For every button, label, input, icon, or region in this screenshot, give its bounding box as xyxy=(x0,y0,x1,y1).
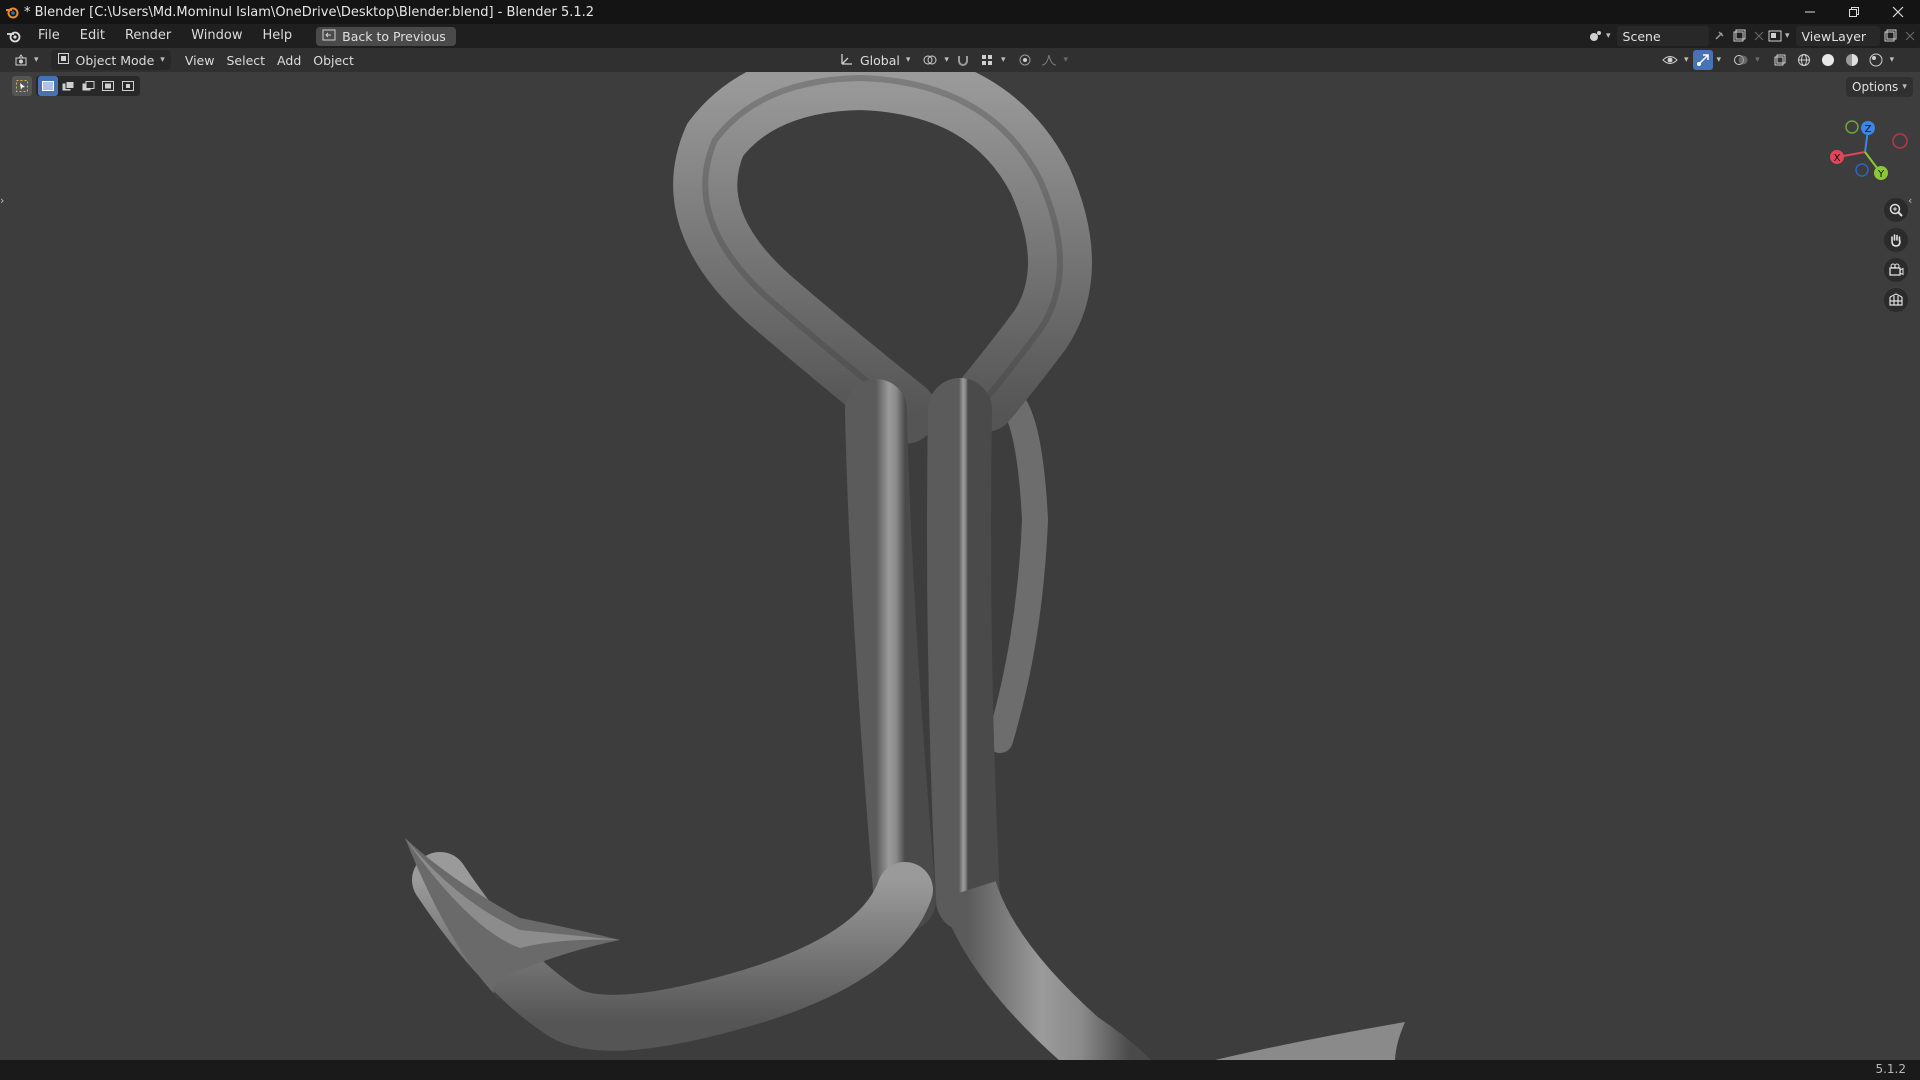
pivot-icon[interactable] xyxy=(920,50,940,70)
wireframe-shading-icon[interactable] xyxy=(1794,50,1814,70)
chevron-left-icon[interactable]: ‹ xyxy=(1908,194,1918,210)
transform-orientation-dropdown[interactable]: Global ▾ xyxy=(834,50,916,70)
menu-window[interactable]: Window xyxy=(181,24,252,48)
editor-type-icon[interactable]: ▾ xyxy=(8,50,45,70)
navigation-gizmo[interactable]: Z X Y xyxy=(1820,112,1910,192)
select-invert-icon[interactable] xyxy=(98,76,118,96)
negative-x-axis-handle[interactable] xyxy=(1892,133,1908,149)
view-layer-icon[interactable] xyxy=(1765,26,1785,46)
select-subtract-icon[interactable] xyxy=(78,76,98,96)
restore-button[interactable] xyxy=(1832,0,1876,24)
blender-menu-icon[interactable] xyxy=(0,29,28,43)
back-arrow-icon xyxy=(322,29,336,44)
scene-icon[interactable] xyxy=(1586,26,1606,46)
camera-icon[interactable] xyxy=(1884,258,1908,282)
selection-mode-group xyxy=(36,76,140,96)
menu-object[interactable]: Object xyxy=(307,50,360,70)
y-axis-label: Y xyxy=(1877,169,1885,180)
chevron-down-icon[interactable]: ▾ xyxy=(1785,31,1790,41)
menu-view[interactable]: View xyxy=(179,50,221,70)
z-axis-label: Z xyxy=(1865,124,1872,135)
visibility-icon[interactable] xyxy=(1660,50,1680,70)
orthographic-grid-icon[interactable] xyxy=(1884,288,1908,312)
tool-settings xyxy=(12,76,140,96)
select-new-icon[interactable] xyxy=(38,76,58,96)
options-dropdown[interactable]: Options ▾ xyxy=(1846,77,1913,97)
transform-orientation-icon xyxy=(840,52,854,69)
chevron-down-icon[interactable]: ▾ xyxy=(1063,55,1068,65)
view-layer-selector: ▾ ViewLayer xyxy=(1765,26,1920,46)
blender-logo-icon xyxy=(0,5,24,19)
select-box-tool-icon[interactable] xyxy=(12,76,32,96)
pin-icon[interactable] xyxy=(1709,26,1729,46)
chevron-down-icon[interactable]: ▾ xyxy=(944,55,949,65)
title-bar: * Blender [C:\Users\Md.Mominul Islam\One… xyxy=(0,0,1920,24)
3d-viewport[interactable]: › ‹ xyxy=(0,72,1920,1060)
close-icon[interactable] xyxy=(1900,26,1920,46)
minimize-button[interactable] xyxy=(1788,0,1832,24)
view-layer-name-field[interactable]: ViewLayer xyxy=(1795,26,1880,46)
snap-increment-icon[interactable] xyxy=(977,50,997,70)
overlay-icon[interactable] xyxy=(1731,50,1751,70)
status-bar: 5.1.2 xyxy=(0,1060,1920,1080)
scene-name: Scene xyxy=(1622,28,1661,44)
chevron-down-icon: ▾ xyxy=(905,55,911,65)
menu-edit[interactable]: Edit xyxy=(70,24,115,48)
menu-help[interactable]: Help xyxy=(253,24,303,48)
xray-icon[interactable] xyxy=(1770,50,1790,70)
object-mode-icon xyxy=(57,52,70,68)
window-title: * Blender [C:\Users\Md.Mominul Islam\One… xyxy=(24,4,595,20)
viewport-display-tools: ▾ ▾ ▾ ▾ xyxy=(1660,50,1894,70)
gizmo-icon[interactable] xyxy=(1692,50,1713,70)
negative-y-axis-handle[interactable] xyxy=(1845,120,1859,134)
solid-shading-icon[interactable] xyxy=(1818,50,1838,70)
proportional-editing-icon[interactable] xyxy=(1015,50,1035,70)
new-scene-icon[interactable] xyxy=(1729,26,1749,46)
object-mode-label: Object Mode xyxy=(75,52,155,68)
hook-model[interactable] xyxy=(0,72,1920,1060)
zoom-icon[interactable] xyxy=(1884,198,1908,222)
menu-select[interactable]: Select xyxy=(220,50,271,70)
chevron-down-icon[interactable]: ▾ xyxy=(1890,55,1895,65)
material-shading-icon[interactable] xyxy=(1842,50,1862,70)
chevron-down-icon[interactable]: ▾ xyxy=(1684,55,1689,65)
snap-icon[interactable] xyxy=(953,50,973,70)
chevron-down-icon[interactable]: ▾ xyxy=(1717,55,1722,65)
scene-name-field[interactable]: Scene xyxy=(1616,26,1709,46)
transform-tools: Global ▾ ▾ ▾ ▾ xyxy=(834,50,1068,70)
menu-render[interactable]: Render xyxy=(115,24,181,48)
viewport-header: ▾ Object Mode ▾ View Select Add Object G… xyxy=(0,48,1920,72)
chevron-down-icon: ▾ xyxy=(1902,82,1907,92)
view-layer-name: ViewLayer xyxy=(1801,28,1867,44)
scene-selector: ▾ Scene xyxy=(1586,26,1769,46)
chevron-down-icon[interactable]: ▾ xyxy=(1001,55,1006,65)
pan-hand-icon[interactable] xyxy=(1884,228,1908,252)
chevron-down-icon: ▾ xyxy=(160,55,165,65)
chevron-down-icon[interactable]: ▾ xyxy=(1755,55,1760,65)
version-label: 5.1.2 xyxy=(1875,1062,1906,1076)
menu-file[interactable]: File xyxy=(28,24,70,48)
negative-z-axis-handle[interactable] xyxy=(1855,163,1869,177)
falloff-icon[interactable] xyxy=(1039,50,1059,70)
close-button[interactable] xyxy=(1876,0,1920,24)
top-menu-bar: File Edit Render Window Help Back to Pre… xyxy=(0,24,1920,48)
object-mode-dropdown[interactable]: Object Mode ▾ xyxy=(50,50,171,70)
select-extend-icon[interactable] xyxy=(58,76,78,96)
options-label: Options xyxy=(1852,80,1899,94)
back-to-previous-label: Back to Previous xyxy=(342,28,446,44)
back-to-previous-button[interactable]: Back to Previous xyxy=(316,26,456,46)
select-intersect-icon[interactable] xyxy=(118,76,138,96)
rendered-shading-icon[interactable] xyxy=(1866,50,1886,70)
chevron-down-icon[interactable]: ▾ xyxy=(1606,31,1611,41)
new-view-layer-icon[interactable] xyxy=(1880,26,1900,46)
orientation-label: Global xyxy=(860,52,900,68)
menu-add[interactable]: Add xyxy=(271,50,307,70)
chevron-right-icon[interactable]: › xyxy=(0,194,10,210)
x-axis-label: X xyxy=(1834,153,1841,164)
